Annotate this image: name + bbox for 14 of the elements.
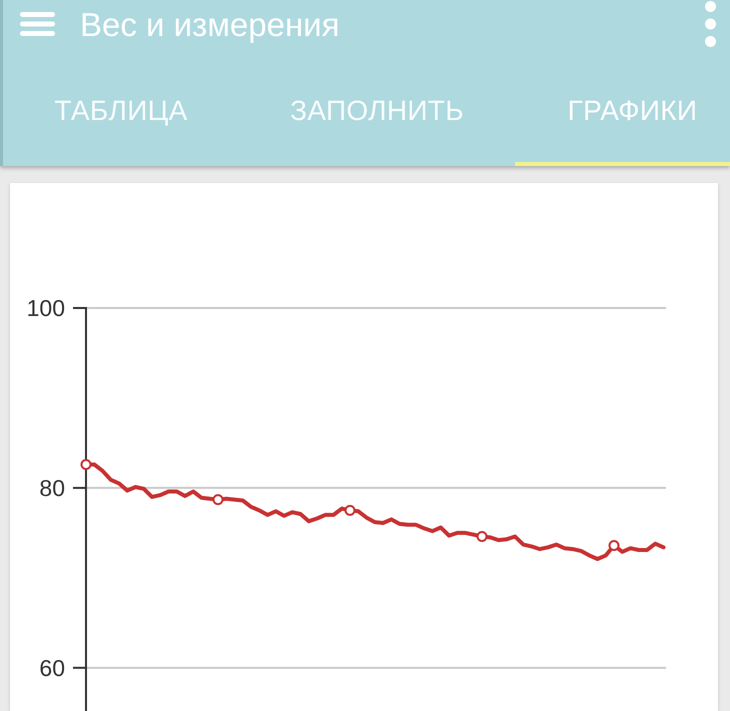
data-point-marker: [344, 504, 356, 516]
data-point-marker: [608, 540, 620, 551]
app-title: Вес и измерения: [80, 8, 340, 40]
data-point-marker: [80, 459, 92, 470]
data-point-marker: [212, 494, 224, 506]
y-tick-label: 60: [39, 654, 65, 681]
y-tick-label: 100: [26, 295, 65, 321]
data-point-marker: [476, 530, 488, 542]
more-options-icon[interactable]: [705, 1, 716, 47]
y-tick-label: 80: [39, 474, 65, 501]
tab[interactable]: ТАБЛИЦА: [3, 48, 239, 166]
tab[interactable]: ГРАФИКИ: [515, 48, 730, 166]
menu-icon[interactable]: [20, 12, 55, 36]
tab[interactable]: ЗАПОЛНИТЬ: [259, 48, 495, 166]
